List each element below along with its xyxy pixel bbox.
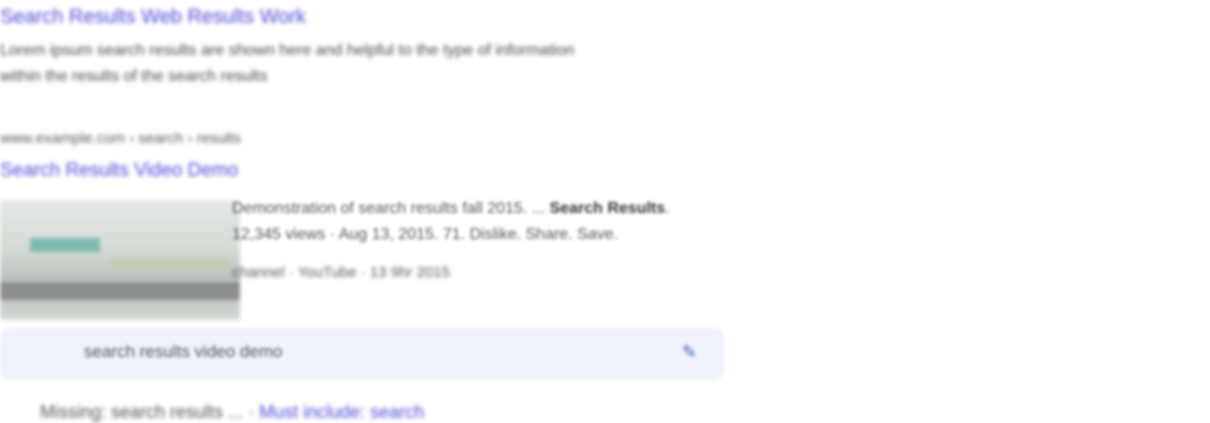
result-breadcrumb: www.example.com › search › results — [0, 130, 241, 147]
video-thumbnail[interactable] — [0, 200, 240, 320]
result-title-link[interactable]: Search Results Web Results Work — [0, 6, 306, 29]
video-result-title-link[interactable]: Search Results Video Demo — [0, 160, 238, 182]
related-search-chip[interactable]: search results video demo ✎ — [0, 328, 724, 380]
related-search-query: search results video demo — [84, 342, 283, 361]
highlight-term: Search Results — [549, 200, 666, 217]
pencil-icon[interactable]: ✎ — [682, 342, 697, 363]
video-description-line2: 12,345 views · Aug 13, 2015. 71. Dislike… — [232, 226, 619, 243]
result-snippet-line2: within the results of the search results — [0, 68, 268, 85]
video-source-line: channel · YouTube · 13 9hr 2015 — [232, 264, 450, 281]
result-snippet-line1: Lorem ipsum search results are shown her… — [0, 42, 575, 59]
must-include-link[interactable]: Must include: search — [259, 402, 424, 422]
missing-terms-line: Missing: search results ... · Must inclu… — [40, 402, 425, 422]
video-description-line1: Demonstration of search results fall 201… — [232, 200, 670, 217]
